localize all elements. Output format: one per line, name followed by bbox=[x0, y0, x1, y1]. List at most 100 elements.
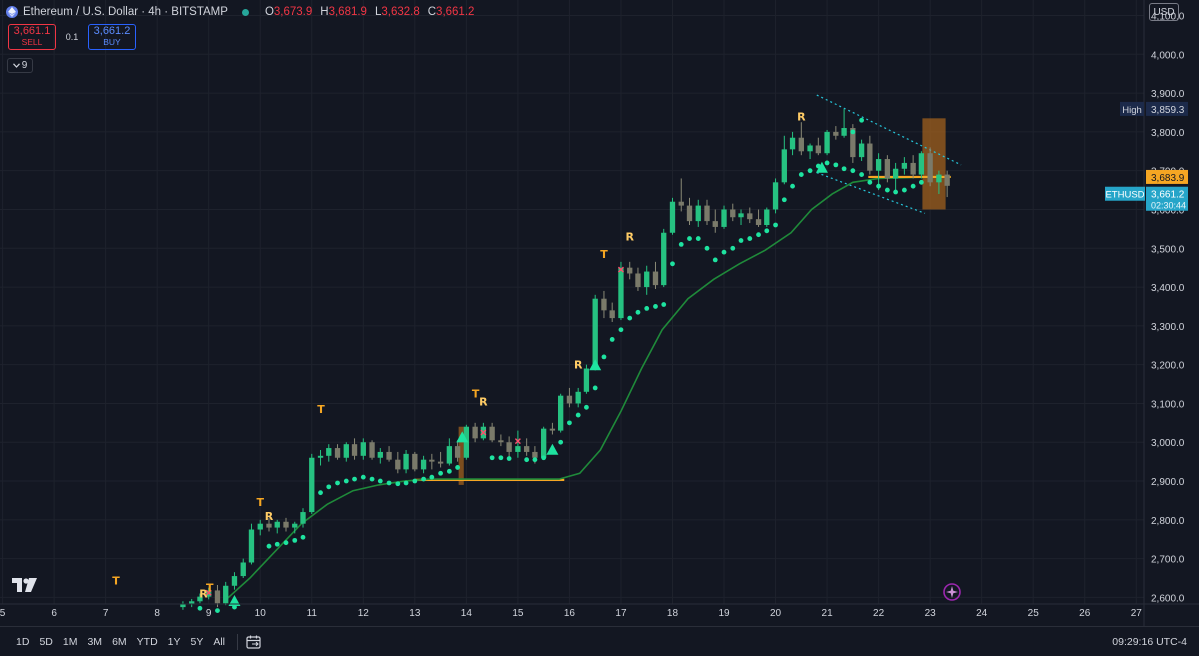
sell-price: 3,661.1 bbox=[13, 25, 51, 37]
candle-body bbox=[944, 174, 950, 186]
time-tick-label: 24 bbox=[976, 608, 988, 619]
trail-dot bbox=[824, 160, 830, 166]
time-tick-label: 5 bbox=[0, 608, 6, 619]
price-tick-label: 3,300.0 bbox=[1151, 322, 1185, 333]
range-3m[interactable]: 3M bbox=[85, 636, 104, 648]
time-tick-label: 14 bbox=[461, 608, 473, 619]
candle-body bbox=[454, 446, 461, 458]
close-value: 3,661.2 bbox=[436, 6, 475, 18]
candle-body bbox=[257, 523, 263, 530]
price-tick-label: 3,000.0 bbox=[1151, 438, 1185, 449]
trail-dot bbox=[558, 439, 564, 445]
clock-timezone[interactable]: 09:29:16 UTC-4 bbox=[1112, 636, 1187, 648]
range-5y[interactable]: 5Y bbox=[189, 636, 206, 648]
range-all[interactable]: All bbox=[211, 636, 227, 648]
tradingview-logo-icon[interactable] bbox=[12, 578, 38, 597]
candle-body bbox=[704, 205, 710, 222]
price-axis[interactable]: 2,600.0 2,700.0 2,800.0 2,900.0 3,000.0 3,100… bbox=[1143, 0, 1185, 626]
low-value: 3,632.8 bbox=[381, 6, 420, 18]
high-label: High bbox=[1122, 105, 1142, 116]
time-tick-label: 10 bbox=[255, 608, 267, 619]
trail-dot bbox=[584, 404, 589, 410]
trail-dot bbox=[283, 540, 289, 546]
signal-label-t: T bbox=[256, 496, 264, 509]
trail-dot bbox=[807, 168, 813, 174]
candle-body bbox=[601, 298, 607, 311]
trail-dot bbox=[455, 465, 460, 470]
currency-select[interactable]: USD bbox=[1149, 3, 1179, 21]
price-tick-label: 4,000.0 bbox=[1151, 50, 1185, 61]
candle-body bbox=[523, 446, 530, 452]
price-chart[interactable]: TRTTRTTRRTRR 2,600.02,700.02,800.02,900.… bbox=[0, 0, 1199, 656]
indicators-toggle[interactable]: 9 bbox=[7, 58, 33, 73]
range-ytd[interactable]: YTD bbox=[135, 636, 160, 648]
trail-dot bbox=[764, 228, 770, 234]
price-tick-label: 3,100.0 bbox=[1151, 399, 1185, 410]
candle-body bbox=[558, 395, 564, 431]
sell-button[interactable]: 3,661.1 SELL bbox=[8, 24, 56, 50]
candle-body bbox=[618, 267, 624, 319]
trail-dot bbox=[377, 478, 383, 484]
trail-dot bbox=[687, 236, 692, 241]
candle-body bbox=[549, 428, 556, 431]
trail-dot bbox=[403, 480, 409, 486]
range-1d[interactable]: 1D bbox=[14, 636, 31, 648]
range-1m[interactable]: 1M bbox=[61, 636, 80, 648]
trail-dot bbox=[670, 261, 675, 267]
price-tick-label: 2,900.0 bbox=[1151, 477, 1185, 488]
time-tick-label: 13 bbox=[409, 608, 421, 619]
trail-dot bbox=[592, 385, 598, 391]
candle-body bbox=[334, 448, 341, 458]
trail-dot bbox=[653, 304, 658, 309]
trail-dot bbox=[901, 187, 907, 193]
candle-body bbox=[248, 529, 255, 563]
candle-body bbox=[472, 426, 478, 439]
candle-body bbox=[429, 459, 435, 462]
range-1y[interactable]: 1Y bbox=[166, 636, 183, 648]
time-tick-label: 8 bbox=[154, 608, 160, 619]
buy-button[interactable]: 3,661.2 BUY bbox=[88, 24, 136, 50]
buy-price: 3,661.2 bbox=[93, 25, 131, 37]
time-axis[interactable]: 5 6 7 8 9 10 11 12 13 14 15 16 17 18 19 20 21 22 23 24 25 26 2… bbox=[0, 603, 1199, 619]
candle-body bbox=[274, 521, 280, 528]
candle-body bbox=[266, 523, 272, 528]
indicators-count: 9 bbox=[21, 60, 28, 71]
candle-body bbox=[807, 145, 813, 152]
sparkle-icon[interactable] bbox=[942, 582, 962, 607]
chart-grid bbox=[0, 0, 1144, 604]
trail-dot bbox=[893, 189, 899, 195]
symbol-title[interactable]: Ethereum / U.S. Dollar · 4h · BITSTAMP bbox=[23, 6, 228, 18]
candle-body bbox=[721, 209, 727, 227]
candle-body bbox=[798, 137, 804, 152]
candle-body bbox=[936, 174, 942, 183]
price-tick-label: 2,700.0 bbox=[1151, 555, 1185, 566]
trail-dot bbox=[627, 315, 633, 321]
trail-dot bbox=[618, 327, 624, 333]
range-5d[interactable]: 5D bbox=[37, 636, 54, 648]
trail-dot bbox=[197, 605, 203, 611]
time-tick-label: 11 bbox=[307, 608, 318, 619]
trail-dot bbox=[386, 480, 392, 486]
symbol-tag: ETHUSD bbox=[1105, 190, 1144, 201]
price-tick-label: 3,800.0 bbox=[1151, 128, 1185, 139]
trail-dot bbox=[360, 474, 366, 480]
trail-dot bbox=[738, 238, 744, 243]
trail-dot bbox=[876, 183, 882, 189]
signal-label-r: R bbox=[625, 231, 634, 244]
candle-body bbox=[369, 442, 375, 458]
spread-value: 0.1 bbox=[65, 32, 79, 42]
chevron-down-icon bbox=[12, 63, 20, 68]
trail-dot bbox=[747, 236, 753, 241]
level-label: 3,683.9 bbox=[1151, 173, 1185, 184]
range-6m[interactable]: 6M bbox=[110, 636, 129, 648]
trail-dot bbox=[429, 474, 435, 480]
trail-dot bbox=[300, 534, 306, 540]
candle-body bbox=[892, 168, 899, 179]
trail-dot bbox=[318, 490, 323, 496]
candle-body bbox=[875, 159, 882, 171]
candle-body bbox=[781, 149, 787, 183]
calendar-icon[interactable] bbox=[246, 635, 262, 649]
trail-dot bbox=[867, 179, 873, 185]
candle-body bbox=[583, 368, 590, 392]
candle-body bbox=[884, 159, 891, 179]
